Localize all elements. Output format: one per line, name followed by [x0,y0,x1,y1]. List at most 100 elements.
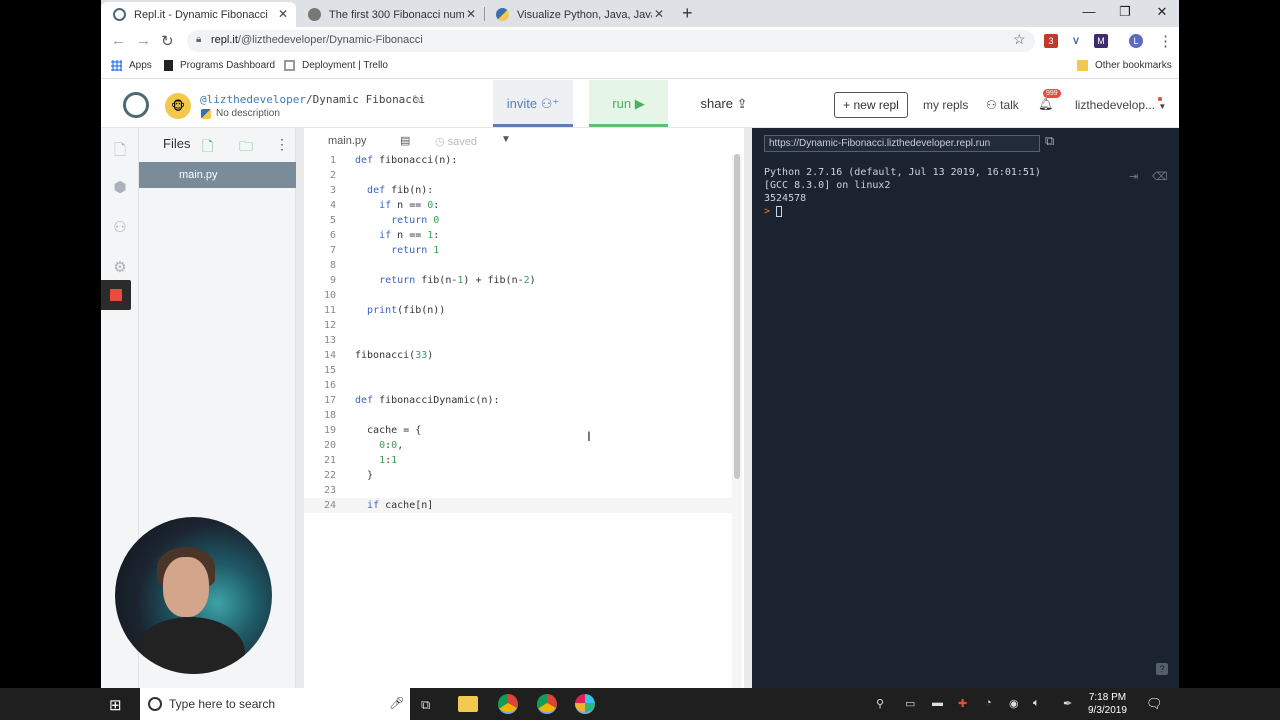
code-line[interactable]: 13 [304,333,734,348]
app-tray-icon[interactable]: ✚ [958,697,967,710]
chrome-icon[interactable] [498,694,518,714]
user-menu[interactable]: lizthedevelop... ▼ [1075,98,1166,112]
files-icon[interactable]: 🗋︎ [111,140,129,159]
console-pane[interactable]: https://Dynamic-Fibonacci.lizthedevelope… [752,128,1179,688]
editor-scrollbar[interactable] [732,154,742,688]
code-line[interactable]: 8 [304,258,734,273]
terminal-output[interactable]: Python 2.7.16 (default, Jul 13 2019, 16:… [764,166,1041,218]
open-external-icon[interactable]: ⧉ [1045,133,1054,149]
back-arrow-icon[interactable]: ← [111,32,126,49]
code-line[interactable]: 17 def fibonacciDynamic(n): [304,393,734,408]
pane-splitter[interactable] [744,128,752,688]
address-bar[interactable]: 🔒︎ repl.it/@lizthedeveloper/Dynamic-Fibo… [187,30,1035,52]
minimize-icon[interactable]: — [1079,4,1099,19]
taskbar-search[interactable]: Type here to search 🎤︎ [140,688,410,720]
browser-tab-fibonacci-numbers[interactable]: The first 300 Fibonacci numbers ✕ [296,2,484,27]
help-icon[interactable]: ? [1156,663,1168,675]
vue-extension-icon[interactable]: V [1069,34,1083,48]
close-icon[interactable]: ✕ [654,7,664,21]
forward-arrow-icon[interactable]: → [136,32,151,49]
battery-tray-icon[interactable]: ▬ [932,697,943,709]
action-center-icon[interactable]: 🗨︎ [1146,696,1163,712]
clear-console-icon[interactable]: ⇥ [1129,170,1138,183]
code-line[interactable]: 3 def fib(n): [304,183,734,198]
pane-splitter[interactable] [296,128,304,688]
volume-tray-icon[interactable]: 🔈︎ [1033,697,1040,710]
extension-icon[interactable]: 3 [1044,34,1058,48]
replit-logo-icon[interactable] [123,92,149,118]
delete-icon[interactable]: ⌫ [1152,170,1168,183]
taskbar-clock[interactable]: 7:18 PM 9/3/2019 [1088,691,1127,717]
menu-kebab-icon[interactable]: ⋮ [1158,32,1173,50]
bookmark-other[interactable]: Other bookmarks [1077,60,1172,71]
files-menu-kebab-icon[interactable]: ⋮ [275,136,289,153]
code-line[interactable]: 15 [304,363,734,378]
microphone-icon[interactable]: 🎤︎ [389,696,404,710]
editor-tab-main-py[interactable]: main.py [328,135,367,147]
wifi-tray-icon[interactable]: ◔ [985,697,992,709]
bookmark-star-icon[interactable]: ☆ [1013,31,1026,48]
new-repl-button[interactable]: + new repl [834,92,908,118]
code-line[interactable]: 1 def fibonacci(n): [304,153,734,168]
chrome-tray-icon[interactable]: ◉ [1009,697,1019,710]
code-line[interactable]: 12 [304,318,734,333]
add-folder-icon[interactable]: 🗀︎ [239,136,253,160]
code-line[interactable]: 23 [304,483,734,498]
bookmark-trello[interactable]: Deployment | Trello [284,60,388,71]
code-line[interactable]: 14 fibonacci(33) [304,348,734,363]
close-icon[interactable]: ✕ [278,7,288,21]
bell-icon[interactable]: 🔔︎ [1038,97,1053,111]
scrollbar-thumb[interactable] [734,154,740,479]
slack-icon[interactable] [575,694,595,714]
my-repls-link[interactable]: my repls [923,98,968,112]
run-button[interactable]: run ▶ [589,80,668,127]
browser-tab-repl[interactable]: Repl.it - Dynamic Fibonacci ✕ [101,2,296,27]
windows-start-icon[interactable]: ⊞ [109,696,122,714]
user-avatar[interactable]: 🐵︎ [165,93,191,119]
code-line[interactable]: 7 return 1 [304,243,734,258]
chevron-down-icon[interactable]: ▼ [501,134,511,145]
stop-button[interactable] [101,280,131,310]
task-view-icon[interactable]: ⧉ [421,697,430,713]
code-line[interactable]: 21 1:1 [304,453,734,468]
code-line[interactable]: 5 return 0 [304,213,734,228]
code-line[interactable]: 19 cache = { [304,423,734,438]
code-line[interactable]: 9 return fib(n-1) + fib(n-2) [304,273,734,288]
talk-link[interactable]: ⚇ talk [986,98,1019,112]
settings-gear-icon[interactable]: ⚙ [111,258,129,276]
reload-icon[interactable]: ↻ [161,32,174,50]
edit-pencil-icon[interactable]: ✎ [412,93,421,106]
code-line[interactable]: 16 [304,378,734,393]
code-line[interactable]: 6 if n == 1: [304,228,734,243]
new-tab-plus-icon[interactable]: + [682,3,693,24]
pen-tray-icon[interactable]: ✒ [1063,697,1072,710]
output-url-field[interactable]: https://Dynamic-Fibonacci.lizthedevelope… [764,135,1040,152]
close-icon[interactable]: ✕ [466,7,476,21]
people-tray-icon[interactable]: ⚲ [876,697,884,710]
chrome-icon[interactable] [537,694,557,714]
extension-m-icon[interactable]: M [1094,34,1108,48]
bookmark-programs-dashboard[interactable]: Programs Dashboard [164,60,275,71]
format-icon[interactable]: ▤ [400,134,410,147]
code-line[interactable]: 24 if cache[n] [304,498,734,513]
packages-cube-icon[interactable]: ⬢ [111,178,129,196]
printer-tray-icon[interactable]: ▭ [905,697,915,710]
code-line[interactable]: 11 print(fib(n)) [304,303,734,318]
code-editor[interactable]: main.py ▤ ◷ saved ▼ 1 def fibonacci(n): 2 3… [304,128,744,688]
file-item-main-py[interactable]: main.py [139,162,296,188]
share-button[interactable]: share ⇪ [684,80,764,127]
invite-button[interactable]: invite ⚇⁺ [493,80,573,127]
multiplayer-icon[interactable]: ⚇ [111,218,129,236]
browser-tab-pythontutor[interactable]: Visualize Python, Java, JavaScript ✕ [484,2,672,27]
code-line[interactable]: 22 } [304,468,734,483]
profile-avatar[interactable]: L [1129,34,1143,48]
window-close-icon[interactable]: ✕ [1152,4,1172,20]
code-line[interactable]: 2 [304,168,734,183]
add-file-icon[interactable]: 🗋︎ [202,136,213,160]
file-explorer-icon[interactable] [458,696,478,712]
code-line[interactable]: 4 if n == 0: [304,198,734,213]
code-line[interactable]: 20 0:0, [304,438,734,453]
code-line[interactable]: 10 [304,288,734,303]
restore-icon[interactable]: ❐ [1115,4,1135,20]
code-line[interactable]: 18 [304,408,734,423]
